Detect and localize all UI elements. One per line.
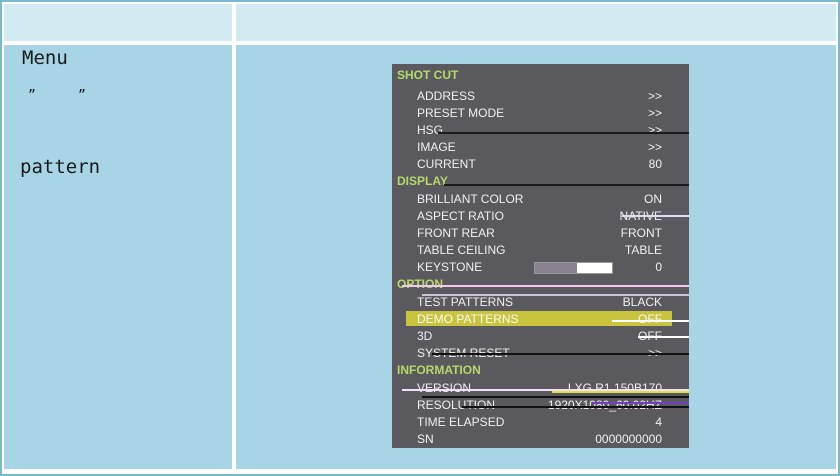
info-item-time-elapsed: TIME ELAPSED 4	[392, 414, 689, 431]
glitch-line	[422, 294, 689, 296]
glitch-line	[462, 406, 689, 408]
item-label: DEMO PATTERNS	[417, 312, 519, 326]
body-cell-left	[4, 45, 232, 469]
item-value: TABLE	[624, 243, 662, 257]
item-label: SN	[417, 432, 434, 446]
item-label: 3D	[417, 329, 433, 343]
menu-item-address[interactable]: ADDRESS >>	[392, 88, 689, 105]
item-value: >>	[647, 123, 662, 137]
item-value: 0000000000	[595, 432, 662, 446]
item-label: TIME ELAPSED	[417, 415, 505, 429]
quote-close: ”	[78, 88, 86, 103]
menu-label: Menu	[22, 47, 68, 69]
menu-item-preset-mode[interactable]: PRESET MODE >>	[392, 105, 689, 122]
item-value: >>	[647, 140, 662, 154]
item-label: VERSION	[417, 381, 472, 395]
menu-item-demo-patterns[interactable]: DEMO PATTERNS OFF	[392, 311, 689, 328]
header-cell-right	[236, 4, 836, 41]
quote-open: ”	[28, 88, 36, 103]
section-option: OPTION	[397, 277, 444, 291]
glitch-line	[402, 285, 689, 287]
item-value: FRONT	[620, 226, 662, 240]
menu-item-keystone[interactable]: KEYSTONE 0	[392, 259, 689, 276]
pattern-label: pattern	[20, 156, 101, 178]
osd-menu-panel: SHOT CUT ADDRESS >> PRESET MODE >> HSG >…	[392, 64, 689, 448]
keystone-slider[interactable]	[534, 262, 613, 274]
menu-item-table-ceiling[interactable]: TABLE CEILING TABLE	[392, 242, 689, 259]
glitch-line	[638, 336, 689, 338]
menu-item-front-rear[interactable]: FRONT REAR FRONT	[392, 225, 689, 242]
item-value: BLACK	[622, 295, 662, 309]
item-label: TABLE CEILING	[417, 243, 506, 257]
section-display: DISPLAY	[397, 174, 448, 188]
section-shortcut: SHOT CUT	[397, 68, 459, 82]
glitch-line	[444, 184, 689, 186]
glitch-line	[422, 396, 689, 398]
glitch-line	[438, 132, 689, 134]
item-label: KEYSTONE	[417, 260, 483, 274]
menu-item-hsg[interactable]: HSG >>	[392, 122, 689, 139]
item-value: >>	[647, 89, 662, 103]
info-item-sn: SN 0000000000	[392, 431, 689, 448]
glitch-line	[592, 402, 689, 404]
menu-item-image[interactable]: IMAGE >>	[392, 139, 689, 156]
glitch-line	[432, 353, 689, 355]
item-value: 1920X1080_60.02HZ	[547, 398, 662, 412]
item-value: 80	[648, 157, 662, 171]
item-label: TEST PATTERNS	[417, 295, 514, 309]
item-label: BRILLIANT COLOR	[417, 192, 524, 206]
item-label: FRONT REAR	[417, 226, 495, 240]
section-information: INFORMATION	[397, 363, 481, 377]
header-cell-left	[4, 4, 232, 41]
item-label: IMAGE	[417, 140, 456, 154]
item-value: ON	[644, 192, 662, 206]
item-label: ADDRESS	[417, 89, 476, 103]
menu-item-brilliant-color[interactable]: BRILLIANT COLOR ON	[392, 191, 689, 208]
item-value: 0	[655, 260, 662, 274]
item-label: HSG	[417, 123, 444, 137]
glitch-line	[622, 215, 689, 217]
keystone-slider-fill	[535, 263, 578, 273]
menu-item-current[interactable]: CURRENT 80	[392, 156, 689, 173]
item-label: RESOLUTION	[417, 398, 496, 412]
item-label: PRESET MODE	[417, 106, 505, 120]
item-label: ASPECT RATIO	[417, 209, 504, 223]
item-value: OFF	[638, 312, 662, 326]
glitch-line	[552, 391, 689, 393]
menu-item-test-patterns[interactable]: TEST PATTERNS BLACK	[392, 294, 689, 311]
item-value: >>	[647, 106, 662, 120]
item-label: CURRENT	[417, 157, 476, 171]
item-value: 4	[655, 415, 662, 429]
